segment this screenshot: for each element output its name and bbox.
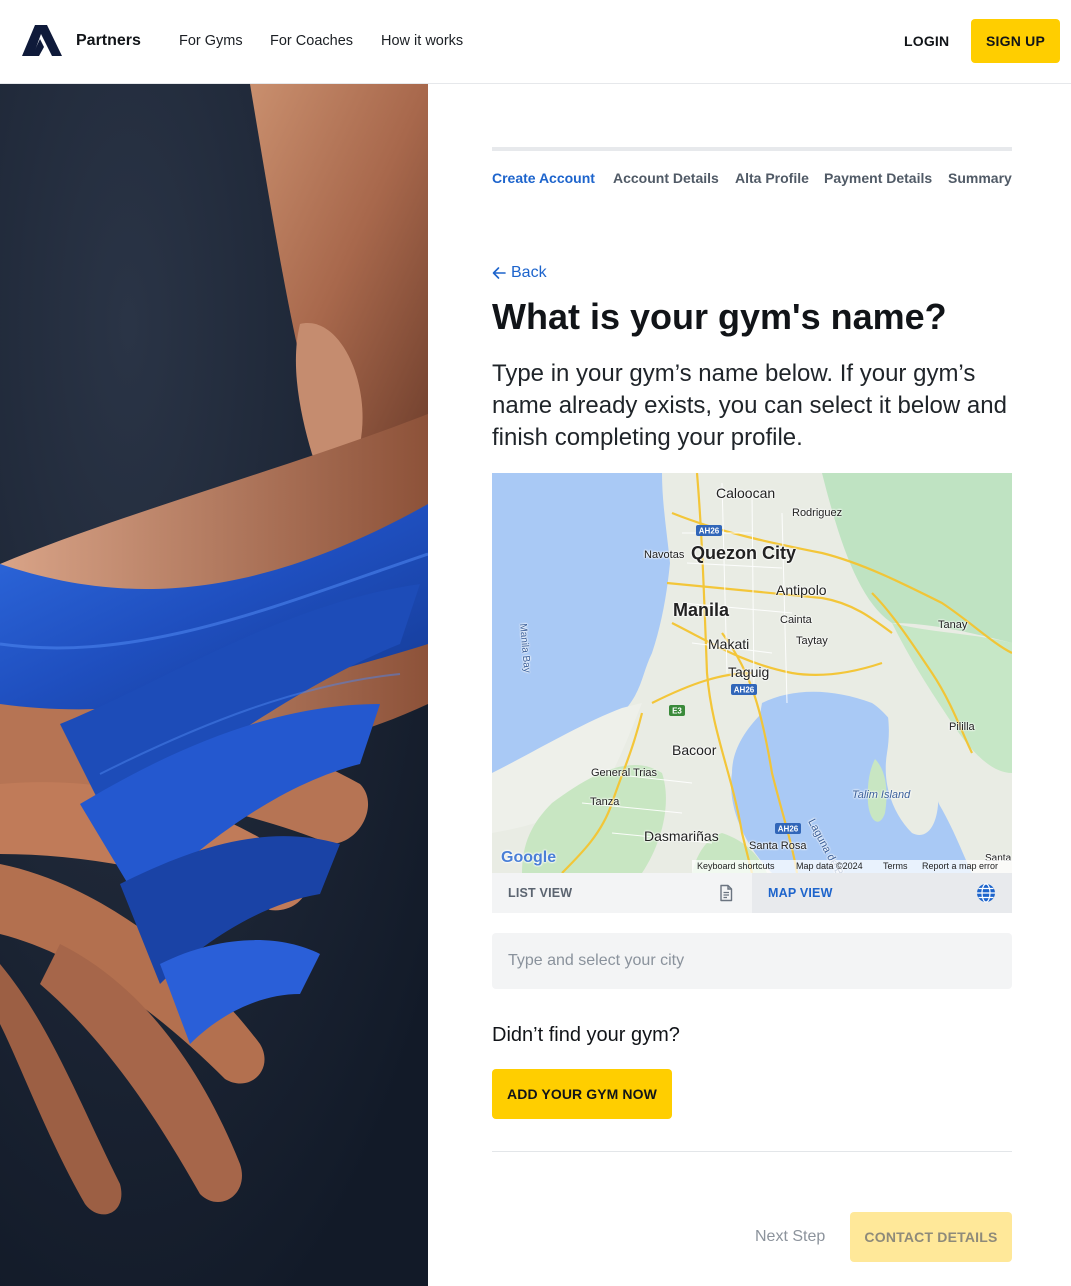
map-label-taguig: Taguig — [728, 664, 770, 680]
brand-name[interactable]: Partners — [76, 32, 141, 50]
map-label-tanay: Tanay — [938, 619, 968, 631]
map-attribution: Keyboard shortcuts Map data ©2024 Terms … — [492, 860, 1012, 873]
map-shield-ah26-2: AH26 — [734, 686, 755, 695]
map-shield-e3: E3 — [672, 707, 682, 716]
nav-for-gyms[interactable]: For Gyms — [179, 33, 243, 49]
map-label-tanza: Tanza — [590, 796, 620, 808]
step-payment-details[interactable]: Payment Details — [824, 170, 932, 186]
map-label-manila: Manila — [673, 600, 730, 620]
map-label-bacoor: Bacoor — [672, 742, 717, 758]
back-label: Back — [511, 264, 547, 281]
globe-icon — [977, 883, 995, 903]
map-label-dasmarinas: Dasmariñas — [644, 828, 719, 844]
page-subtitle: Type in your gym’s name below. If your g… — [492, 360, 1007, 451]
signup-button[interactable]: SIGN UP — [971, 19, 1060, 63]
map-label-navotas: Navotas — [644, 549, 685, 561]
city-search-input[interactable] — [492, 933, 1012, 989]
map-label-caloocan: Caloocan — [716, 485, 776, 501]
view-toggle: LIST VIEW MAP VIEW — [492, 873, 1012, 913]
map-shield-ah26-3: AH26 — [778, 825, 799, 834]
login-link[interactable]: LOGIN — [904, 33, 949, 49]
step-account-details[interactable]: Account Details — [613, 170, 719, 186]
map-label-pililla: Pililla — [949, 721, 975, 733]
map-data-credit: Map data ©2024 — [796, 861, 863, 871]
alta-logo-icon[interactable] — [22, 25, 62, 56]
add-gym-button[interactable]: ADD YOUR GYM NOW — [492, 1069, 672, 1119]
map-keyboard-shortcuts[interactable]: Keyboard shortcuts — [697, 861, 775, 871]
page-title: What is your gym's name? — [492, 296, 947, 337]
map-label-makati: Makati — [708, 636, 750, 652]
hero-photo-hand-wraps — [0, 84, 428, 1286]
map-label-rodriguez: Rodriguez — [792, 507, 843, 519]
gym-map[interactable]: AH26 AH26 E3 AH26 Caloocan Rodriguez Nav… — [492, 473, 1012, 873]
top-navigation-bar: Partners For Gyms For Coaches How it wor… — [0, 0, 1071, 84]
list-view-label: LIST VIEW — [508, 886, 573, 900]
map-view-label: MAP VIEW — [768, 886, 833, 900]
step-tabs: Create Account Account Details Alta Prof… — [492, 170, 1012, 190]
progress-track — [492, 147, 1012, 151]
map-label-quezon-city: Quezon City — [691, 543, 797, 563]
step-alta-profile[interactable]: Alta Profile — [735, 170, 809, 186]
map-label-antipolo: Antipolo — [776, 582, 827, 598]
map-label-talim-island: Talim Island — [852, 789, 911, 801]
map-label-santa-rosa: Santa Rosa — [749, 840, 807, 852]
divider — [492, 1151, 1012, 1152]
next-step-label: Next Step — [755, 1228, 826, 1245]
map-view-tab[interactable]: MAP VIEW — [752, 873, 1012, 913]
list-view-tab[interactable]: LIST VIEW — [492, 873, 752, 913]
arrow-left-icon — [492, 267, 506, 279]
map-terms-link[interactable]: Terms — [883, 861, 908, 871]
step-create-account[interactable]: Create Account — [492, 170, 595, 186]
map-label-taytay: Taytay — [796, 635, 828, 647]
contact-details-button[interactable]: CONTACT DETAILS — [850, 1212, 1012, 1262]
back-link[interactable]: Back — [492, 264, 547, 282]
map-label-general-trias: General Trias — [591, 767, 658, 779]
map-label-cainta: Cainta — [780, 614, 812, 626]
document-icon — [720, 884, 733, 902]
nav-for-coaches[interactable]: For Coaches — [270, 33, 353, 49]
map-report-error-link[interactable]: Report a map error — [922, 861, 998, 871]
not-found-text: Didn’t find your gym? — [492, 1024, 680, 1046]
nav-how-it-works[interactable]: How it works — [381, 33, 463, 49]
step-summary[interactable]: Summary — [948, 170, 1012, 186]
map-shield-ah26-1: AH26 — [699, 527, 720, 536]
